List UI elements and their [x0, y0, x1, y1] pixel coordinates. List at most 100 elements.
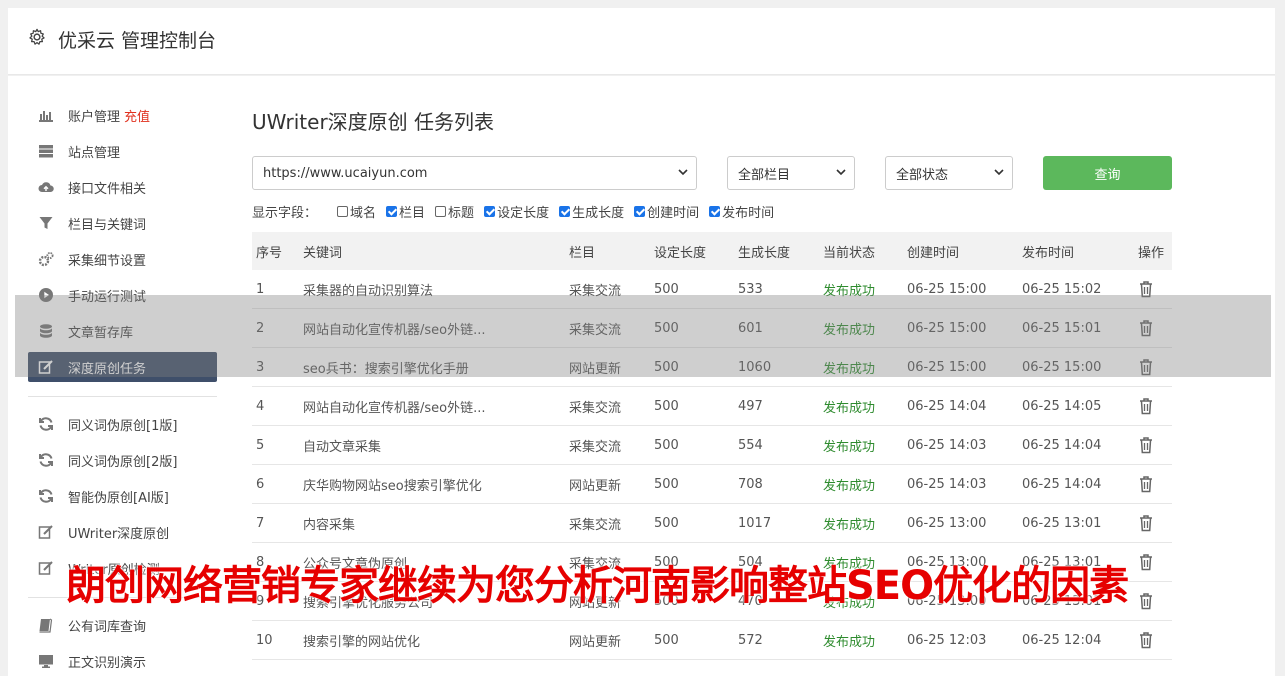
row-status: 发布成功 [823, 439, 876, 455]
checkbox[interactable] [337, 205, 349, 217]
sidebar-item-synonym-v2[interactable]: 同义词伪原创[2版] [28, 445, 217, 475]
field-checkbox-column[interactable]: 栏目 [386, 202, 425, 221]
trash-icon[interactable] [1138, 553, 1154, 571]
row-published-time: 06-25 15:00 [1022, 359, 1102, 375]
checkbox[interactable] [435, 205, 447, 217]
field-checkbox-generated-length[interactable]: 生成长度 [559, 202, 624, 221]
row-index: 5 [256, 437, 265, 453]
sidebar-item-ai-rewrite[interactable]: 智能伪原创[AI版] [28, 481, 217, 511]
row-published-time: 06-25 14:04 [1022, 476, 1102, 492]
row-column: 采集交流 [569, 322, 622, 338]
column-header: 发布时间 [1022, 245, 1075, 261]
checkbox[interactable] [709, 205, 721, 217]
chevron-down-icon [994, 169, 1004, 176]
checkbox-label: 域名 [350, 205, 377, 221]
trash-icon[interactable] [1138, 592, 1154, 610]
sidebar-item-label: 手动运行测试 [68, 289, 147, 305]
trash-icon[interactable] [1138, 475, 1154, 493]
checkbox-label: 生成长度 [572, 205, 625, 221]
trash-icon[interactable] [1138, 319, 1154, 337]
sidebar-item-collect-settings[interactable]: 采集细节设置 [28, 244, 217, 274]
table-row: 3 seo兵书：搜索引擎优化手册 网站更新 500 1060 发布成功 06-25 15:0… [252, 348, 1172, 387]
checkbox[interactable] [634, 205, 646, 217]
field-checkbox-published-time[interactable]: 发布时间 [709, 202, 774, 221]
column-select[interactable]: 全部栏目 [727, 156, 855, 190]
recharge-badge[interactable]: 充值 [124, 106, 150, 125]
play-circle-icon [39, 288, 53, 302]
row-actions [1138, 553, 1172, 571]
row-column: 网站更新 [569, 634, 622, 650]
table-row: 5 自动文章采集 采集交流 500 554 发布成功 06-25 14:03 06-25 14… [252, 426, 1172, 465]
trash-icon[interactable] [1138, 358, 1154, 376]
field-checkbox-domain[interactable]: 域名 [337, 202, 376, 221]
row-published-time: 06-25 14:04 [1022, 437, 1102, 453]
row-actions [1138, 358, 1172, 376]
row-index: 7 [256, 515, 265, 531]
sidebar-item-sites[interactable]: 站点管理 [28, 136, 217, 166]
table-row: 10 搜索引擎的网站优化 网站更新 500 572 发布成功 06-25 12:03 06-2… [252, 621, 1172, 660]
row-gen-length: 533 [738, 281, 763, 297]
status-select[interactable]: 全部状态 [885, 156, 1013, 190]
column-header: 创建时间 [907, 245, 960, 261]
field-checkbox-title[interactable]: 标题 [435, 202, 474, 221]
field-checkbox-created-time[interactable]: 创建时间 [634, 202, 699, 221]
query-button[interactable]: 查询 [1043, 156, 1172, 190]
trash-icon[interactable] [1138, 436, 1154, 454]
refresh-icon [39, 453, 53, 467]
row-set-length: 500 [654, 359, 679, 375]
sidebar-item-public-lexicon[interactable]: 公有词库查询 [28, 610, 217, 640]
sidebar-item-deep-original-tasks[interactable]: 深度原创任务 [28, 352, 217, 382]
page-title: UWriter深度原创 任务列表 [252, 110, 495, 134]
database-icon [40, 324, 52, 338]
checkbox[interactable] [559, 205, 571, 217]
refresh-icon [39, 417, 53, 431]
row-published-time: 06-25 15:02 [1022, 281, 1102, 297]
sidebar-item-label: 栏目与关键词 [68, 217, 147, 233]
sidebar-item-article-store[interactable]: 文章暂存库 [28, 316, 217, 346]
row-actions [1138, 436, 1172, 454]
sidebar-item-manual-run[interactable]: 手动运行测试 [28, 280, 217, 310]
sidebar-item-label: 站点管理 [68, 145, 121, 161]
trash-icon[interactable] [1138, 514, 1154, 532]
row-status: 发布成功 [823, 283, 876, 299]
row-keyword: 庆华购物网站seo搜索引擎优化 [303, 478, 482, 494]
checkbox[interactable] [484, 205, 496, 217]
display-fields-label: 显示字段： [252, 205, 318, 221]
top-bar: 优采云 管理控制台 [8, 8, 1275, 75]
sidebar-item-synonym-v1[interactable]: 同义词伪原创[1版] [28, 409, 217, 439]
row-keyword: 自动文章采集 [303, 439, 382, 455]
column-select-value: 全部栏目 [738, 167, 791, 183]
row-gen-length: 708 [738, 476, 763, 492]
field-checkbox-set-length[interactable]: 设定长度 [484, 202, 549, 221]
row-gen-length: 572 [738, 632, 763, 648]
sidebar-item-interface-files[interactable]: 接口文件相关 [28, 172, 217, 202]
sidebar-item-label: 文章暂存库 [68, 325, 134, 341]
row-set-length: 500 [654, 398, 679, 414]
sidebar-item-label: 深度原创任务 [68, 361, 147, 377]
cogs-icon [38, 252, 54, 267]
row-actions [1138, 319, 1172, 337]
column-header: 序号 [256, 245, 283, 261]
row-keyword: 网站自动化宣传机器/seo外链... [303, 322, 486, 338]
column-header: 关键词 [303, 245, 343, 261]
sidebar-item-label: 采集细节设置 [68, 253, 147, 269]
trash-icon[interactable] [1138, 631, 1154, 649]
row-status: 发布成功 [823, 400, 876, 416]
row-column: 采集交流 [569, 439, 622, 455]
sidebar-item-columns-keywords[interactable]: 栏目与关键词 [28, 208, 217, 238]
sidebar-item-uwriter[interactable]: UWriter深度原创 [28, 517, 217, 547]
checkbox-label: 发布时间 [722, 205, 775, 221]
sidebar-item-text-recognition-demo[interactable]: 正文识别演示 [28, 646, 217, 676]
sidebar-item-label: 接口文件相关 [68, 181, 147, 197]
row-created-time: 06-25 15:00 [907, 320, 987, 336]
sidebar-item-account[interactable]: 账户管理 充值 [28, 100, 217, 130]
column-header: 栏目 [569, 245, 596, 261]
column-header: 操作 [1138, 245, 1165, 261]
trash-icon[interactable] [1138, 280, 1154, 298]
row-actions [1138, 514, 1172, 532]
column-header: 生成长度 [738, 245, 791, 261]
row-keyword: 内容采集 [303, 517, 356, 533]
site-select[interactable]: https://www.ucaiyun.com [252, 156, 697, 190]
trash-icon[interactable] [1138, 397, 1154, 415]
checkbox[interactable] [386, 205, 398, 217]
